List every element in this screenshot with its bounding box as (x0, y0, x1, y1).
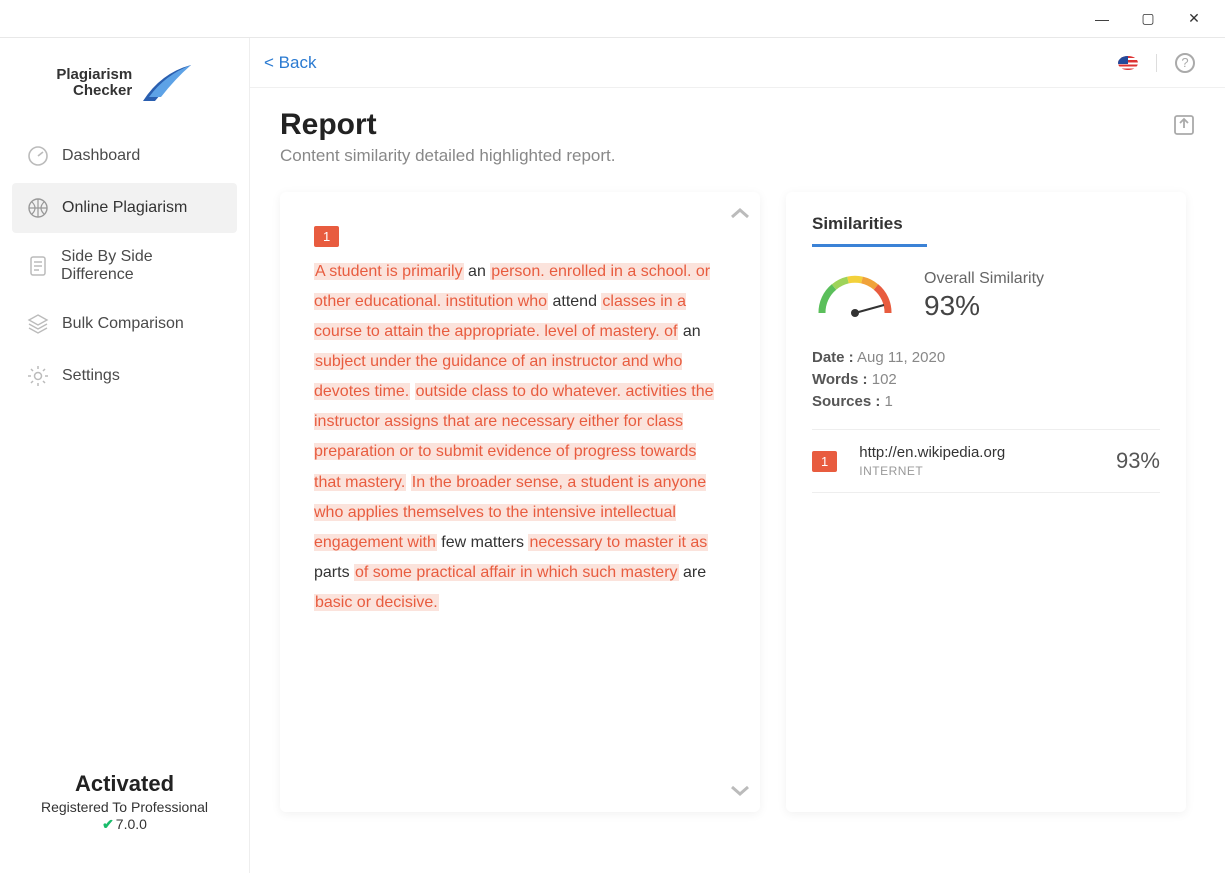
source-badge[interactable]: 1 (314, 226, 339, 247)
nav-side-by-side[interactable]: Side By Side Difference (12, 235, 237, 297)
logo-swoosh-icon (141, 63, 193, 103)
nav-dashboard[interactable]: Dashboard (12, 131, 237, 181)
gauge-icon (26, 144, 50, 168)
plain-text (410, 383, 414, 400)
export-button[interactable] (1173, 114, 1195, 136)
highlighted-text: basic or decisive. (314, 594, 439, 611)
overall-similarity: Overall Similarity 93% (812, 269, 1160, 323)
version-text: 7.0.0 (116, 816, 147, 832)
gear-icon (26, 364, 50, 388)
nav-menu: Dashboard Online Plagiarism Side By Side… (0, 121, 249, 771)
meta-date-value: Aug 11, 2020 (857, 349, 945, 366)
plain-text: attend (548, 293, 601, 310)
back-link[interactable]: < Back (264, 53, 316, 73)
layers-icon (26, 312, 50, 336)
source-number: 1 (812, 451, 837, 472)
app-logo: Plagiarism Checker (0, 38, 249, 121)
maximize-button[interactable]: ▢ (1125, 4, 1171, 34)
overall-percent: 93% (924, 290, 1044, 322)
close-button[interactable]: ✕ (1171, 4, 1217, 34)
plain-text: an (678, 323, 700, 340)
highlighted-text: necessary to master it as (528, 534, 708, 551)
plain-text: few matters (437, 534, 529, 551)
gauge-chart-icon (812, 269, 898, 323)
report-header: Report Content similarity detailed highl… (250, 88, 1225, 174)
logo-text-1: Plagiarism (56, 66, 132, 83)
main-area: < Back ? Report Content similarity detai… (250, 38, 1225, 873)
report-meta: Date : Aug 11, 2020 Words : 102 Sources … (812, 349, 1160, 430)
meta-words-value: 102 (872, 371, 897, 388)
nav-label: Dashboard (62, 147, 140, 165)
source-type: INTERNET (859, 464, 1005, 478)
minimize-button[interactable]: — (1079, 4, 1125, 34)
text-panel: 1 A student is primarily an person. enro… (280, 192, 760, 812)
report-text: A student is primarily an person. enroll… (314, 257, 726, 618)
document-icon (26, 254, 49, 278)
meta-words-label: Words : (812, 371, 868, 388)
nav-settings[interactable]: Settings (12, 351, 237, 401)
meta-sources-label: Sources : (812, 393, 880, 410)
source-percent: 93% (1116, 448, 1160, 474)
logo-text-2: Checker (73, 82, 132, 99)
nav-label: Settings (62, 367, 120, 385)
scroll-up-button[interactable] (730, 206, 750, 220)
sidebar: Plagiarism Checker Dashboard (0, 38, 250, 873)
plain-text: an (464, 263, 491, 280)
nav-online-plagiarism[interactable]: Online Plagiarism (12, 183, 237, 233)
activation-status: Activated Registered To Professional ✔7.… (0, 771, 249, 873)
plain-text: are (679, 564, 707, 581)
overall-label: Overall Similarity (924, 270, 1044, 288)
check-icon: ✔ (102, 816, 114, 832)
highlighted-text: A student is primarily (314, 263, 464, 280)
similarities-title: Similarities (812, 214, 1160, 234)
language-flag-icon[interactable] (1118, 56, 1138, 70)
nav-bulk-comparison[interactable]: Bulk Comparison (12, 299, 237, 349)
nav-label: Online Plagiarism (62, 199, 187, 217)
plain-text: parts (314, 564, 354, 581)
scroll-down-button[interactable] (730, 784, 750, 798)
page-subtitle: Content similarity detailed highlighted … (280, 146, 615, 166)
meta-sources-value: 1 (885, 393, 893, 410)
meta-date-label: Date : (812, 349, 854, 366)
source-url: http://en.wikipedia.org (859, 444, 1005, 461)
nav-label: Side By Side Difference (61, 248, 223, 284)
nav-label: Bulk Comparison (62, 315, 184, 333)
activation-sub: Registered To Professional (10, 799, 239, 815)
tab-underline (812, 244, 927, 247)
activation-title: Activated (10, 771, 239, 797)
window-titlebar: — ▢ ✕ (0, 0, 1225, 38)
globe-icon (26, 196, 50, 220)
source-row[interactable]: 1 http://en.wikipedia.org INTERNET 93% (812, 430, 1160, 493)
topbar: < Back ? (250, 38, 1225, 88)
divider (1156, 54, 1157, 72)
page-title: Report (280, 108, 615, 142)
help-button[interactable]: ? (1175, 53, 1195, 73)
similarities-panel: Similarities (786, 192, 1186, 812)
highlighted-text: of some practical affair in which such m… (354, 564, 679, 581)
